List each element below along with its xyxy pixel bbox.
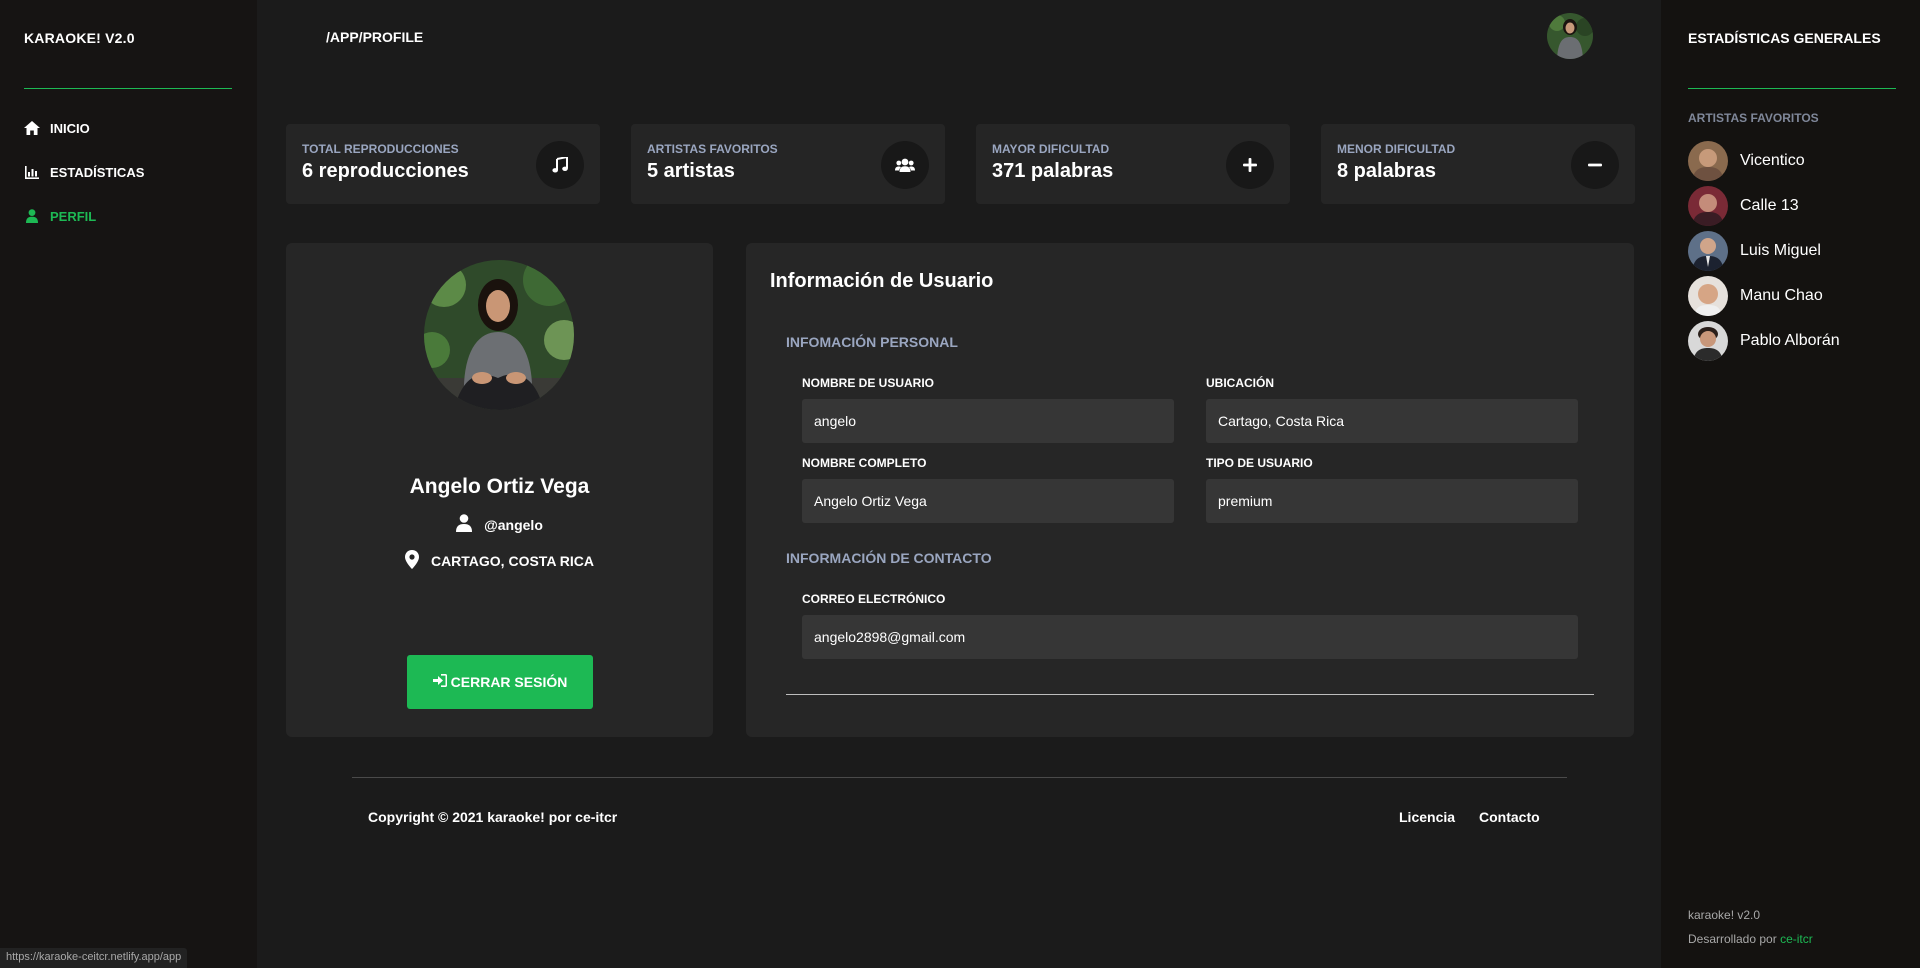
footer-link-contacto[interactable]: Contacto bbox=[1479, 809, 1540, 825]
plus-icon bbox=[1226, 141, 1274, 189]
users-icon bbox=[881, 141, 929, 189]
footer-copyright: Copyright © 2021 karaoke! por ce-itcr bbox=[368, 809, 618, 825]
artist-item-calle-13[interactable]: Calle 13 bbox=[1688, 186, 1799, 226]
fullname-field[interactable] bbox=[802, 479, 1174, 523]
artist-item-vicentico[interactable]: Vicentico bbox=[1688, 141, 1805, 181]
home-icon bbox=[24, 120, 40, 136]
logout-button-label: CERRAR SESIÓN bbox=[450, 674, 568, 690]
user-info-card: Información de Usuario INFOMACIÓN PERSON… bbox=[746, 243, 1634, 737]
nav-item-perfil[interactable]: PERFIL bbox=[24, 206, 96, 226]
info-title: Información de Usuario bbox=[770, 270, 994, 292]
left-divider bbox=[24, 88, 232, 89]
right-divider bbox=[1688, 88, 1896, 89]
artist-item-pablo-alboran[interactable]: Pablo Alborán bbox=[1688, 321, 1840, 361]
username-label: NOMBRE DE USUARIO bbox=[802, 376, 935, 390]
nav-item-inicio[interactable]: INICIO bbox=[24, 118, 90, 138]
music-note-icon bbox=[536, 141, 584, 189]
location-field[interactable] bbox=[1206, 399, 1578, 443]
usertype-label: TIPO DE USUARIO bbox=[1206, 456, 1313, 470]
location-pin-icon bbox=[404, 550, 419, 572]
right-sidebar-title: ESTADÍSTICAS GENERALES bbox=[1688, 30, 1881, 46]
artist-avatar bbox=[1688, 186, 1728, 226]
profile-card: Angelo Ortiz Vega @angelo CARTAGO, COSTA… bbox=[286, 243, 713, 737]
nav-item-label: INICIO bbox=[50, 120, 90, 136]
artist-name: Vicentico bbox=[1740, 152, 1805, 169]
artist-name: Manu Chao bbox=[1740, 287, 1823, 304]
bar-chart-icon bbox=[24, 164, 40, 180]
left-sidebar: KARAOKE! V2.0 INICIO ESTADÍSTICAS PERFIL… bbox=[0, 0, 257, 968]
nav-item-label: ESTADÍSTICAS bbox=[50, 164, 145, 180]
artist-name: Calle 13 bbox=[1740, 197, 1799, 214]
fullname-label: NOMBRE COMPLETO bbox=[802, 456, 927, 470]
stat-card-mayor-dificultad: MAYOR DIFICULTAD 371 palabras bbox=[976, 124, 1290, 204]
artist-item-manu-chao[interactable]: Manu Chao bbox=[1688, 276, 1823, 316]
breadcrumb: /APP/PROFILE bbox=[326, 29, 424, 45]
minus-icon bbox=[1571, 141, 1619, 189]
profile-username: @angelo bbox=[484, 516, 543, 533]
info-divider bbox=[786, 694, 1594, 695]
right-sidebar: ESTADÍSTICAS GENERALES ARTISTAS FAVORITO… bbox=[1661, 0, 1920, 968]
footer-link-licencia[interactable]: Licencia bbox=[1399, 809, 1455, 825]
stat-label: MENOR DIFICULTAD bbox=[1337, 142, 1456, 156]
usertype-field[interactable] bbox=[1206, 479, 1578, 523]
username-field[interactable] bbox=[802, 399, 1174, 443]
stat-card-menor-dificultad: MENOR DIFICULTAD 8 palabras bbox=[1321, 124, 1635, 204]
artist-avatar bbox=[1688, 231, 1728, 271]
main-content: /APP/PROFILE TOTAL REPRODUCCIONES 6 repr… bbox=[257, 0, 1661, 968]
profile-location: CARTAGO, COSTA RICA bbox=[430, 553, 595, 569]
favorite-artists-heading: ARTISTAS FAVORITOS bbox=[1688, 111, 1819, 125]
nav-item-label: PERFIL bbox=[50, 208, 97, 224]
stat-label: TOTAL REPRODUCCIONES bbox=[302, 142, 459, 156]
stat-label: MAYOR DIFICULTAD bbox=[992, 142, 1110, 156]
status-bar-url: https://karaoke-ceitcr.netlify.app/app bbox=[0, 948, 188, 968]
profile-photo bbox=[424, 260, 574, 410]
user-icon bbox=[456, 514, 473, 535]
avatar[interactable] bbox=[1547, 13, 1593, 59]
stat-card-artistas: ARTISTAS FAVORITOS 5 artistas bbox=[631, 124, 945, 204]
artist-name: Pablo Alborán bbox=[1740, 332, 1840, 349]
location-label: UBICACIÓN bbox=[1206, 376, 1274, 390]
stat-label: ARTISTAS FAVORITOS bbox=[647, 142, 778, 156]
logout-button[interactable]: CERRAR SESIÓN bbox=[407, 655, 593, 709]
email-field[interactable] bbox=[802, 615, 1578, 659]
user-icon bbox=[24, 208, 40, 224]
artist-avatar bbox=[1688, 141, 1728, 181]
app-version: karaoke! v2.0 bbox=[1688, 908, 1761, 922]
stat-value: 5 artistas bbox=[647, 160, 735, 182]
profile-username-row: @angelo bbox=[286, 514, 713, 535]
developer-link[interactable]: ce-itcr bbox=[1780, 932, 1813, 946]
profile-name: Angelo Ortiz Vega bbox=[409, 475, 590, 498]
artist-avatar bbox=[1688, 321, 1728, 361]
stat-value: 6 reproducciones bbox=[302, 160, 469, 182]
stat-card-reproducciones: TOTAL REPRODUCCIONES 6 reproducciones bbox=[286, 124, 600, 204]
nav-item-estadisticas[interactable]: ESTADÍSTICAS bbox=[24, 162, 144, 182]
footer-divider bbox=[352, 777, 1567, 778]
sign-in-icon bbox=[432, 674, 447, 690]
profile-location-row: CARTAGO, COSTA RICA bbox=[286, 550, 713, 572]
developed-by-text: Desarrollado por bbox=[1688, 932, 1777, 946]
stat-value: 371 palabras bbox=[992, 160, 1114, 182]
artist-name: Luis Miguel bbox=[1740, 242, 1821, 259]
section-title-personal: INFOMACIÓN PERSONAL bbox=[786, 334, 958, 350]
email-label: CORREO ELECTRÓNICO bbox=[802, 592, 946, 606]
artist-item-luis-miguel[interactable]: Luis Miguel bbox=[1688, 231, 1821, 271]
section-title-contact: INFORMACIÓN DE CONTACTO bbox=[786, 550, 992, 566]
stat-value: 8 palabras bbox=[1337, 160, 1436, 182]
brand-title: KARAOKE! V2.0 bbox=[24, 30, 135, 46]
developed-by: Desarrollado por ce-itcr bbox=[1688, 932, 1813, 946]
artist-avatar bbox=[1688, 276, 1728, 316]
